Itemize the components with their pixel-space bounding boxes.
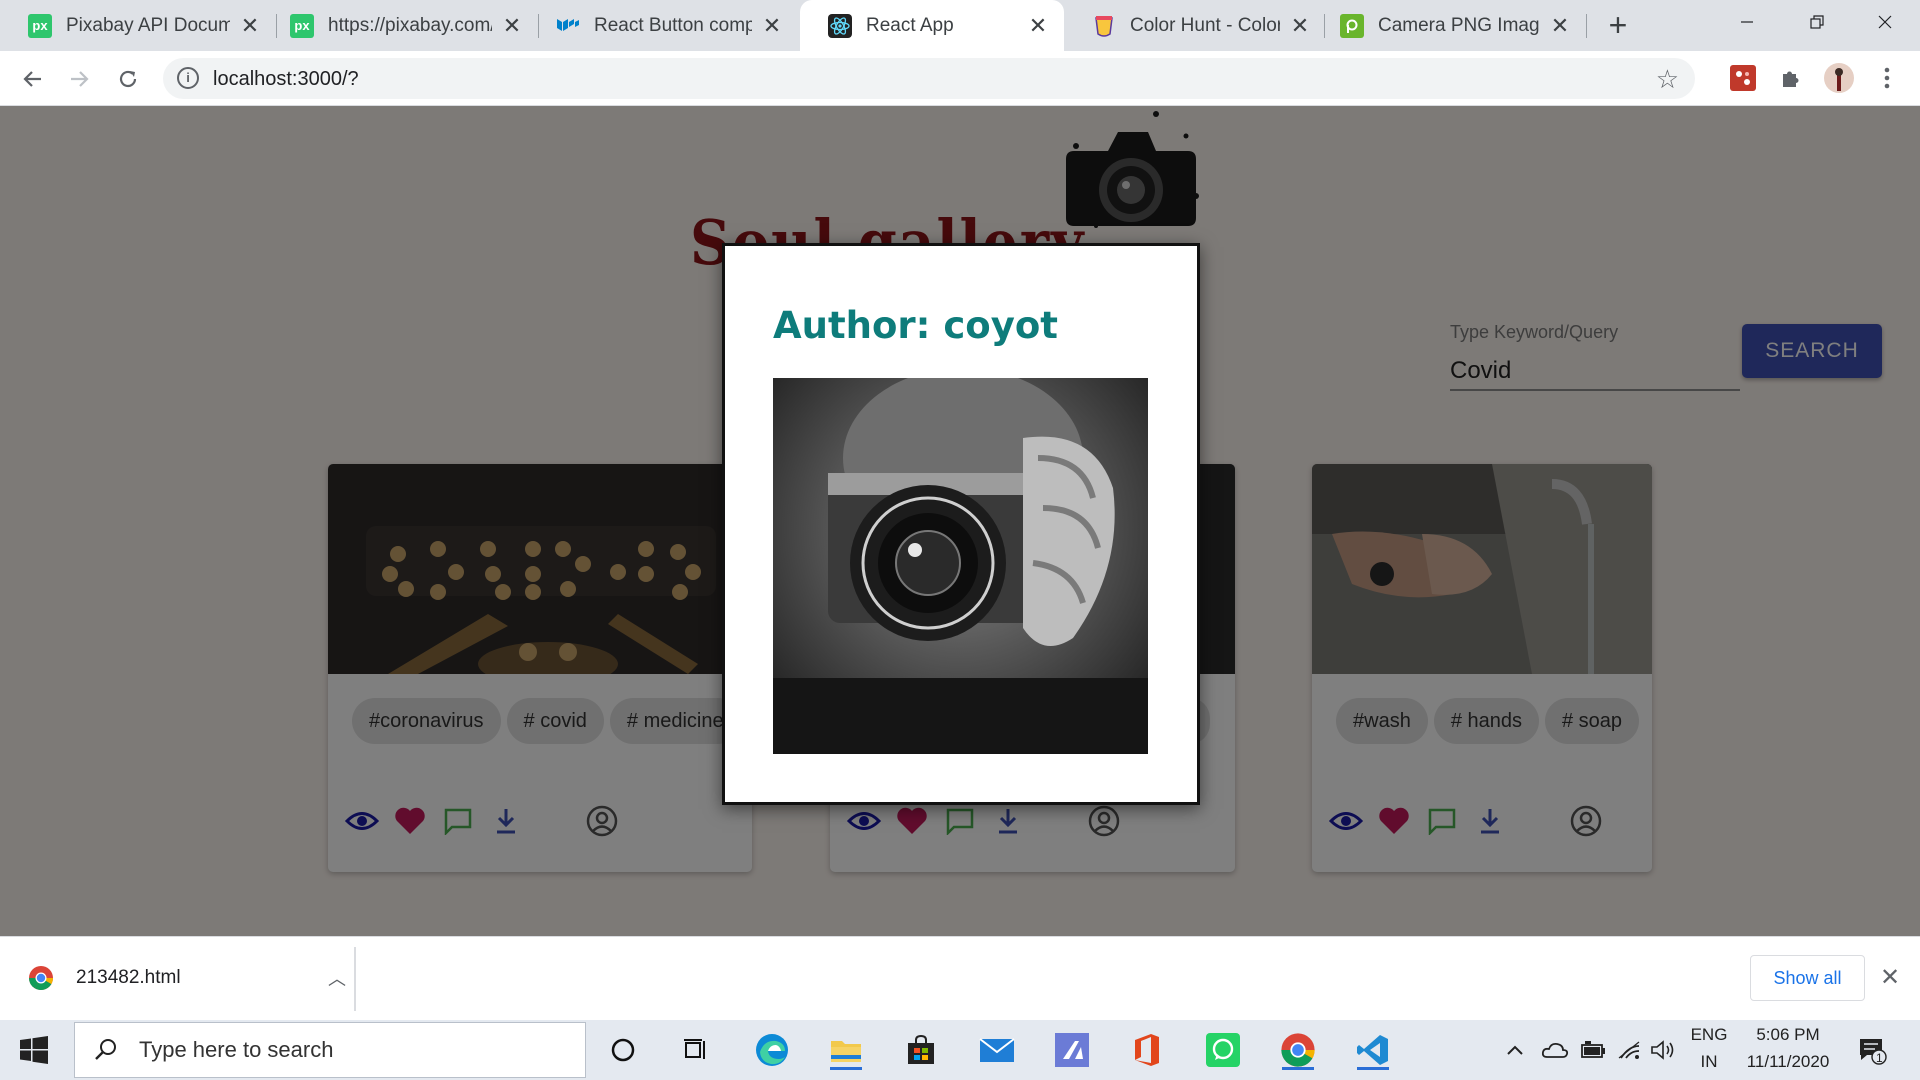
extensions-puzzle-icon[interactable] <box>1776 63 1806 93</box>
download-item[interactable]: 213482.html ︿ <box>28 953 352 1003</box>
mail-icon[interactable] <box>977 1030 1017 1070</box>
close-icon[interactable]: ✕ <box>1548 13 1572 39</box>
notification-icon[interactable]: 1 <box>1852 1030 1892 1070</box>
close-icon[interactable]: ✕ <box>238 13 262 39</box>
windows-start-icon[interactable] <box>20 1036 48 1064</box>
close-icon[interactable]: ✕ <box>500 13 524 39</box>
tab-pixabay-docs[interactable]: px Pixabay API Documentation ✕ <box>0 0 276 51</box>
onedrive-cloud-icon[interactable] <box>1538 1030 1572 1070</box>
browser-toolbar: i localhost:3000/? ☆ <box>0 51 1920 106</box>
active-indicator <box>1282 1067 1314 1070</box>
show-all-button[interactable]: Show all <box>1750 955 1865 1001</box>
author-modal: Author: coyot <box>722 243 1200 805</box>
tab-title: React Button component <box>594 14 752 36</box>
tab-title: Color Hunt - Color Palettes <box>1130 14 1280 36</box>
colorhunt-icon <box>1092 14 1116 38</box>
tab-title: Camera PNG Images <box>1378 14 1540 36</box>
minimize-button[interactable] <box>1712 0 1782 44</box>
azure-data-studio-icon[interactable] <box>1052 1030 1092 1070</box>
divider <box>354 947 356 1011</box>
language-indicator[interactable]: ENG <box>1684 1025 1734 1045</box>
tab-pixabay[interactable]: px https://pixabay.com/ ✕ <box>262 0 538 51</box>
download-filename: 213482.html <box>76 967 181 988</box>
back-button[interactable] <box>14 61 50 97</box>
window-close-button[interactable] <box>1850 0 1920 44</box>
taskbar-search-placeholder: Type here to search <box>139 1037 334 1062</box>
menu-kebab-icon[interactable] <box>1872 63 1902 93</box>
page-viewport: Soul gallery Type Keyword/Query SEARCH <box>0 106 1920 936</box>
chrome-icon[interactable] <box>1278 1030 1318 1070</box>
url-text[interactable]: localhost:3000/? <box>213 68 359 91</box>
star-icon[interactable]: ☆ <box>1656 64 1679 95</box>
active-indicator <box>830 1067 862 1070</box>
chrome-icon <box>28 966 54 991</box>
close-icon[interactable]: ✕ <box>760 13 784 39</box>
active-indicator <box>1357 1067 1389 1070</box>
new-tab-button[interactable]: + <box>1600 8 1636 44</box>
tab-react-button[interactable]: React Button component ✕ <box>528 0 798 51</box>
modal-title: Author: coyot <box>773 304 1058 347</box>
edge-icon[interactable] <box>752 1030 792 1070</box>
reload-button[interactable] <box>110 61 146 97</box>
office-icon[interactable] <box>1127 1030 1167 1070</box>
close-icon[interactable]: ✕ <box>1288 13 1312 39</box>
file-explorer-icon[interactable] <box>826 1030 866 1070</box>
wifi-icon[interactable] <box>1612 1030 1646 1070</box>
chevron-up-icon[interactable] <box>1500 1030 1530 1070</box>
close-icon[interactable]: ✕ <box>1026 13 1050 39</box>
pngtree-icon <box>1340 13 1364 38</box>
tab-title: https://pixabay.com/ <box>328 14 492 36</box>
clock-time[interactable]: 5:06 PM <box>1736 1025 1840 1045</box>
chevron-up-icon[interactable]: ︿ <box>322 965 352 991</box>
pixabay-icon: px <box>28 13 52 38</box>
whatsapp-icon[interactable] <box>1203 1030 1243 1070</box>
address-bar[interactable]: i localhost:3000/? ☆ <box>163 58 1695 99</box>
taskbar-search[interactable]: Type here to search <box>74 1022 586 1078</box>
battery-icon[interactable] <box>1576 1030 1610 1070</box>
reload-icon <box>119 70 137 88</box>
minimize-icon <box>1741 21 1753 23</box>
task-view-icon[interactable] <box>676 1030 716 1070</box>
notification-count: 1 <box>1876 1051 1883 1065</box>
tab-strip: px Pixabay API Documentation ✕ px https:… <box>0 0 1920 51</box>
tab-separator <box>1586 14 1587 38</box>
tab-camera-png[interactable]: Camera PNG Images ✕ <box>1312 0 1586 51</box>
react-icon <box>828 13 852 38</box>
modal-photo <box>773 378 1148 754</box>
download-shelf: 213482.html ︿ Show all ✕ <box>0 936 1920 1020</box>
search-icon <box>95 1039 116 1060</box>
vscode-icon[interactable] <box>1353 1030 1393 1070</box>
info-icon[interactable]: i <box>177 67 199 89</box>
volume-icon[interactable] <box>1646 1030 1680 1070</box>
close-icon <box>1878 15 1892 29</box>
tab-color-hunt[interactable]: Color Hunt - Color Palettes ✕ <box>1064 0 1326 51</box>
cortana-icon[interactable] <box>603 1030 643 1070</box>
tab-react-app[interactable]: React App ✕ <box>800 0 1064 51</box>
pixabay-icon: px <box>290 13 314 38</box>
arrow-left-icon <box>23 71 41 87</box>
store-icon[interactable] <box>901 1030 941 1070</box>
extension-red-icon[interactable] <box>1728 63 1758 93</box>
forward-button[interactable] <box>62 61 98 97</box>
arrow-right-icon <box>71 71 89 87</box>
material-ui-icon <box>556 14 580 38</box>
clock-date[interactable]: 11/11/2020 <box>1736 1052 1840 1072</box>
profile-avatar[interactable] <box>1824 63 1854 93</box>
region-indicator[interactable]: IN <box>1684 1052 1734 1072</box>
tab-title: React App <box>866 14 954 36</box>
restore-icon <box>1810 15 1824 29</box>
windows-taskbar: Type here to search ENG IN 5:06 PM 11/11… <box>0 1020 1920 1080</box>
tab-title: Pixabay API Documentation <box>66 14 230 36</box>
restore-button[interactable] <box>1782 0 1852 44</box>
close-icon[interactable]: ✕ <box>1880 963 1900 992</box>
